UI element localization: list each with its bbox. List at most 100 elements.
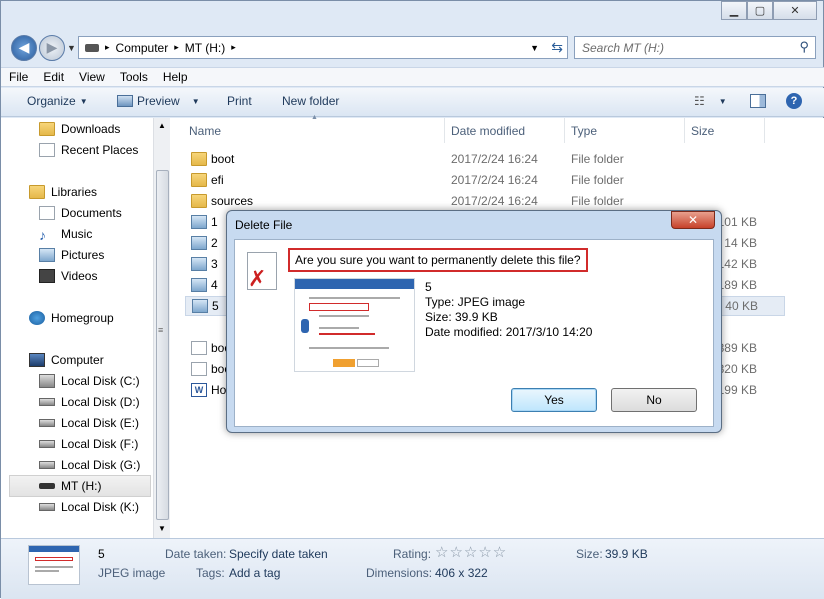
view-options-button[interactable]: ☷ ▼: [694, 94, 727, 108]
nav-libraries[interactable]: Libraries: [29, 182, 97, 202]
preview-pane-button[interactable]: [750, 94, 766, 108]
forward-button[interactable]: ▶: [39, 35, 65, 61]
detail-rating-label: Rating:: [393, 547, 432, 561]
back-button[interactable]: ◀: [11, 35, 37, 61]
file-type: File folder: [571, 152, 624, 166]
menu-help[interactable]: Help: [155, 68, 195, 86]
column-label: Name: [189, 123, 222, 138]
breadcrumb-drive[interactable]: MT (H:): [185, 41, 225, 55]
address-bar[interactable]: ▸ Computer ▸ MT (H:) ▸ ▼ ⇆: [78, 36, 568, 59]
file-type: File folder: [571, 194, 624, 208]
command-bar: Organize ▼ Preview ▼ Print New folder ☷ ▼ ?: [1, 88, 824, 117]
nav-pictures[interactable]: Pictures: [39, 245, 104, 265]
nav-recent-places[interactable]: Recent Places: [39, 140, 138, 160]
preview-icon: [117, 95, 133, 107]
preview-button[interactable]: Preview ▼: [117, 94, 200, 108]
rating-stars-icon[interactable]: ☆☆☆☆☆: [435, 543, 507, 561]
dialog-file-type: Type: JPEG image: [425, 295, 526, 309]
nav-downloads[interactable]: Downloads: [39, 119, 120, 139]
menu-edit[interactable]: Edit: [35, 68, 71, 86]
file-row[interactable]: boot 2017/2/24 16:24 File folder: [185, 149, 785, 169]
libraries-icon: [29, 185, 45, 199]
column-date[interactable]: Date modified: [445, 118, 565, 143]
preview-highlight: [309, 303, 369, 311]
nav-drive-e[interactable]: Local Disk (E:): [39, 413, 139, 433]
scroll-down-icon[interactable]: ▼: [158, 524, 166, 533]
nav-computer[interactable]: Computer: [29, 350, 104, 370]
yes-button[interactable]: Yes: [511, 388, 597, 412]
homegroup-icon: [29, 311, 45, 325]
file-row[interactable]: efi 2017/2/24 16:24 File folder: [185, 170, 785, 190]
nav-homegroup[interactable]: Homegroup: [29, 308, 114, 328]
crumb-sep-icon: ▸: [231, 42, 236, 52]
print-button[interactable]: Print: [227, 94, 252, 108]
history-dropdown-icon[interactable]: ▼: [67, 43, 76, 53]
file-date: 2017/2/24 16:24: [451, 194, 538, 208]
address-dropdown-icon[interactable]: ▼: [530, 43, 539, 53]
column-label: Type: [571, 123, 598, 138]
nav-label: Local Disk (E:): [61, 416, 140, 430]
file-name: 2: [211, 236, 218, 250]
nav-label: Pictures: [61, 248, 105, 262]
column-name[interactable]: Name ▲: [183, 114, 445, 143]
file-icon: [191, 341, 207, 355]
detail-tags[interactable]: Add a tag: [229, 566, 280, 580]
help-button[interactable]: ?: [786, 93, 802, 109]
refresh-icon[interactable]: ⇆: [551, 39, 563, 56]
close-window-button[interactable]: ✕: [773, 1, 817, 20]
preview-button: [357, 359, 379, 367]
documents-icon: [39, 206, 55, 220]
dialog-file-date: Date modified: 2017/3/10 14:20: [425, 325, 593, 339]
file-icon: [191, 362, 207, 376]
menu-tools[interactable]: Tools: [112, 68, 155, 86]
no-button[interactable]: No: [611, 388, 697, 412]
navigation-pane: Downloads Recent Places Libraries Docume…: [1, 118, 171, 538]
minimize-button[interactable]: ▁: [721, 1, 747, 20]
preview-line: [309, 297, 400, 299]
preview-label: Preview: [137, 94, 180, 108]
nav-drive-f[interactable]: Local Disk (F:): [39, 434, 138, 454]
column-type[interactable]: Type: [565, 118, 685, 143]
scroll-thumb[interactable]: [156, 170, 169, 520]
dialog-close-button[interactable]: ✕: [671, 211, 715, 229]
new-folder-button[interactable]: New folder: [282, 94, 339, 108]
organize-label: Organize: [27, 94, 76, 108]
thumbnail-titlebar: [29, 546, 79, 552]
file-date: 2017/2/24 16:24: [451, 173, 538, 187]
file-preview-thumbnail: [294, 278, 415, 372]
detail-date-taken[interactable]: Specify date taken: [229, 547, 328, 561]
new-folder-label: New folder: [282, 94, 340, 108]
column-label: Date modified: [451, 123, 526, 138]
help-icon: ?: [786, 93, 802, 109]
nav-music[interactable]: ♪ Music: [39, 224, 92, 244]
menu-view[interactable]: View: [71, 68, 112, 86]
nav-documents[interactable]: Documents: [39, 203, 122, 223]
nav-drive-d[interactable]: Local Disk (D:): [39, 392, 140, 412]
breadcrumb-computer[interactable]: Computer: [116, 41, 169, 55]
organize-button[interactable]: Organize ▼: [27, 94, 88, 108]
maximize-button[interactable]: ▢: [747, 1, 773, 20]
scroll-up-icon[interactable]: ▲: [158, 121, 166, 130]
search-input[interactable]: Search MT (H:) ⚲: [574, 36, 816, 59]
nav-drive-c[interactable]: Local Disk (C:): [39, 371, 140, 391]
nav-drive-g[interactable]: Local Disk (G:): [39, 455, 140, 475]
file-row[interactable]: sources 2017/2/24 16:24 File folder: [185, 191, 785, 211]
thumbnail-line: [35, 566, 73, 568]
crumb-sep-icon: ▸: [105, 42, 110, 52]
pictures-icon: [39, 248, 55, 262]
detail-dimensions-label: Dimensions:: [366, 566, 433, 580]
nav-scrollbar[interactable]: ▲ ≡ ▼: [153, 118, 170, 538]
file-type: File folder: [571, 173, 624, 187]
chevron-down-icon: ▼: [191, 96, 200, 106]
search-icon[interactable]: ⚲: [799, 39, 809, 55]
nav-drive-k[interactable]: Local Disk (K:): [39, 497, 139, 517]
menu-file[interactable]: File: [1, 68, 35, 86]
column-size[interactable]: Size: [685, 118, 765, 143]
detail-size-label: Size:: [576, 547, 603, 561]
nav-drive-h[interactable]: MT (H:): [39, 476, 101, 496]
nav-videos[interactable]: Videos: [39, 266, 97, 286]
preview-key-icon: [301, 319, 309, 333]
file-date: 2017/2/24 16:24: [451, 152, 538, 166]
detail-tags-label: Tags:: [196, 566, 225, 580]
drive-icon: [39, 461, 55, 469]
